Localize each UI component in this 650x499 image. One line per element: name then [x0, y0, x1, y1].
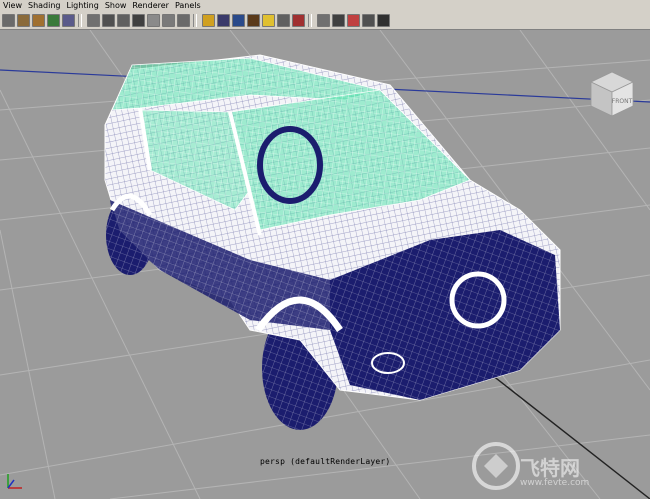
viewport-canvas[interactable]: [0, 30, 650, 499]
wireframe-icon[interactable]: [202, 14, 215, 27]
lock-camera-icon[interactable]: [17, 14, 30, 27]
safe-action-icon[interactable]: [162, 14, 175, 27]
maya-viewport-window: View Shading Lighting Show Renderer Panels: [0, 0, 650, 499]
field-chart-icon[interactable]: [147, 14, 160, 27]
panel-toolbar: [0, 12, 650, 30]
smooth-shade-icon[interactable]: [217, 14, 230, 27]
watermark-text: 飞特网: [520, 456, 580, 480]
view-cube-front-label: FRONT: [612, 98, 633, 105]
menu-show[interactable]: Show: [102, 0, 130, 12]
perspective-viewport[interactable]: FRONT: [0, 30, 650, 499]
toolbar-separator: [308, 14, 312, 27]
lighting-icon[interactable]: [262, 14, 275, 27]
panel-menu-bar: View Shading Lighting Show Renderer Panels: [0, 0, 650, 12]
watermark-url: www.fevte.com: [520, 478, 590, 488]
select-camera-icon[interactable]: [2, 14, 15, 27]
high-quality-icon[interactable]: [362, 14, 375, 27]
xray-icon[interactable]: [292, 14, 305, 27]
textured-icon[interactable]: [247, 14, 260, 27]
xray-components-icon[interactable]: [332, 14, 345, 27]
view-cube[interactable]: FRONT: [589, 70, 635, 118]
gate-mask-icon[interactable]: [132, 14, 145, 27]
grid-icon[interactable]: [87, 14, 100, 27]
isolate-select-icon[interactable]: [347, 14, 360, 27]
menu-renderer[interactable]: Renderer: [129, 0, 172, 12]
film-gate-icon[interactable]: [102, 14, 115, 27]
xray-joints-icon[interactable]: [317, 14, 330, 27]
camera-attributes-icon[interactable]: [32, 14, 45, 27]
shadows-icon[interactable]: [277, 14, 290, 27]
toolbar-separator: [193, 14, 197, 27]
safe-title-icon[interactable]: [177, 14, 190, 27]
image-plane-icon[interactable]: [62, 14, 75, 27]
menu-view[interactable]: View: [0, 0, 25, 12]
bookmark-icon[interactable]: [47, 14, 60, 27]
camera-name-label: persp (defaultRenderLayer): [260, 457, 391, 466]
axis-gizmo: [7, 474, 22, 489]
wireframe-on-shaded-icon[interactable]: [232, 14, 245, 27]
resolution-gate-icon[interactable]: [117, 14, 130, 27]
menu-shading[interactable]: Shading: [25, 0, 64, 12]
toolbar-separator: [78, 14, 82, 27]
resolution-icon[interactable]: [377, 14, 390, 27]
menu-lighting[interactable]: Lighting: [63, 0, 101, 12]
car-wireframe-model[interactable]: [104, 54, 561, 430]
menu-panels[interactable]: Panels: [172, 0, 204, 12]
